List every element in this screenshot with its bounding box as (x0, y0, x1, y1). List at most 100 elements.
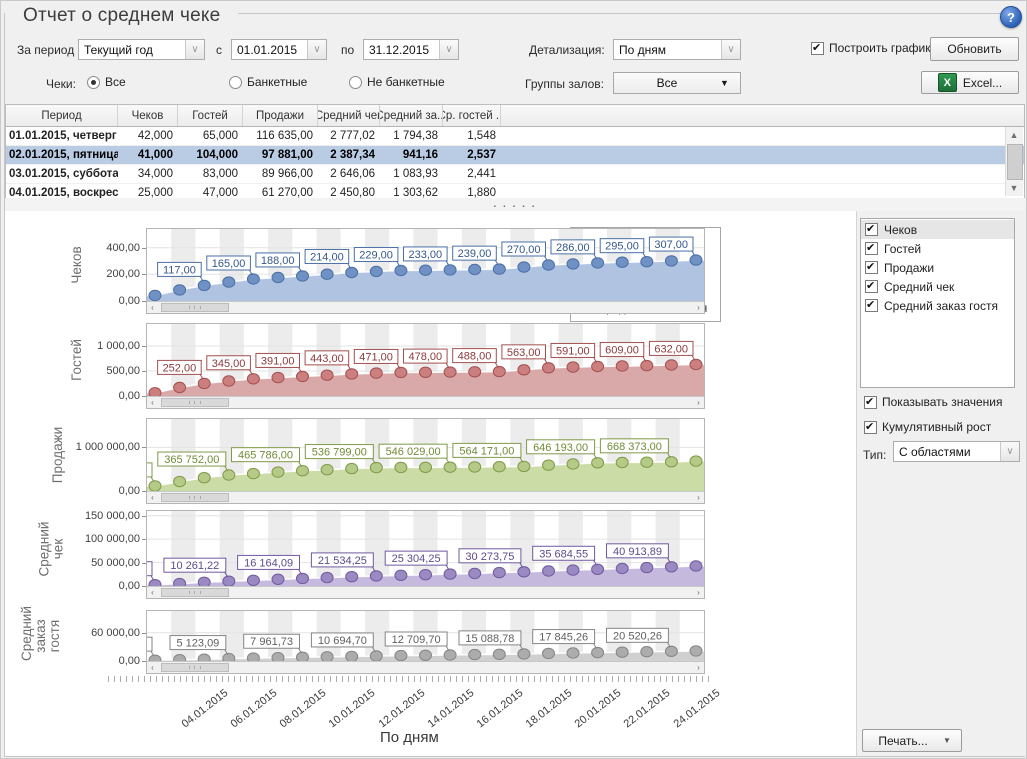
scrollbar-thumb[interactable] (161, 303, 229, 312)
scroll-right-icon[interactable]: › (693, 302, 704, 313)
dropdown-arrow-icon: ▼ (720, 78, 740, 88)
svg-text:546 029,00: 546 029,00 (386, 446, 441, 458)
scroll-left-icon[interactable]: ‹ (147, 302, 158, 313)
svg-text:17 845,26: 17 845,26 (539, 632, 588, 644)
scroll-right-icon[interactable]: › (693, 397, 704, 408)
y-tick-label: 50 000,00 (62, 557, 140, 569)
print-button-label: Печать... (863, 734, 943, 748)
detail-value: По дням (614, 43, 721, 57)
scroll-left-icon[interactable]: ‹ (147, 397, 158, 408)
report-window: Отчет о среднем чеке ? За период Текущий… (0, 0, 1027, 759)
svg-text:10 694,70: 10 694,70 (318, 635, 367, 647)
svg-text:478,00: 478,00 (408, 351, 442, 363)
scroll-up-icon[interactable]: ▲ (1006, 127, 1022, 143)
date-from-input[interactable]: 01.01.2015 ∨ (231, 39, 327, 60)
scroll-down-icon[interactable]: ▼ (1006, 180, 1022, 196)
splitter-handle[interactable]: . . . . . (5, 198, 1025, 212)
series-list-item[interactable]: Средний чек (861, 277, 1014, 296)
detail-select[interactable]: По дням ∨ (613, 39, 741, 60)
column-header-1[interactable]: Период (6, 105, 118, 126)
column-header-6[interactable]: Средний за... (380, 105, 443, 126)
checkbox-icon[interactable] (865, 261, 878, 274)
chevron-down-icon[interactable]: ∨ (307, 40, 326, 59)
column-header-4[interactable]: Продажи (243, 105, 318, 126)
checkbox-icon[interactable] (864, 421, 877, 434)
chart-horizontal-scrollbar[interactable]: ‹› (147, 396, 704, 408)
series-list-item[interactable]: Чеков (861, 220, 1014, 239)
chevron-down-icon[interactable]: ∨ (439, 40, 458, 59)
page-title: Отчет о среднем чеке (23, 5, 220, 27)
radio-icon[interactable] (87, 76, 100, 89)
radio-icon[interactable] (349, 76, 362, 89)
checkbox-icon[interactable] (865, 242, 878, 255)
series-list-item[interactable]: Продажи (861, 258, 1014, 277)
column-header-2[interactable]: Чеков (118, 105, 178, 126)
svg-text:286,00: 286,00 (556, 242, 590, 254)
help-icon[interactable]: ? (1000, 6, 1022, 28)
scroll-right-icon[interactable]: › (693, 492, 704, 503)
scroll-right-icon[interactable]: › (693, 662, 704, 673)
type-value: С областями (894, 445, 1000, 459)
dropdown-arrow-icon: ▼ (943, 736, 961, 745)
chart-horizontal-scrollbar[interactable]: ‹› (147, 301, 704, 313)
scroll-left-icon[interactable]: ‹ (147, 587, 158, 598)
excel-button[interactable]: X Excel... (921, 71, 1019, 94)
cell-value: 2 777,02 (318, 127, 380, 145)
period-select[interactable]: Текущий год ∨ (78, 39, 205, 60)
checkbox-icon[interactable] (864, 396, 877, 409)
groupbox-top-border (238, 13, 1014, 14)
radio-icon[interactable] (229, 76, 242, 89)
scroll-left-icon[interactable]: ‹ (147, 492, 158, 503)
scrollbar-thumb[interactable] (161, 493, 229, 502)
chevron-down-icon[interactable]: ∨ (721, 40, 740, 59)
checks-label: Чеки: (46, 77, 76, 91)
cell-value: 83,000 (178, 165, 243, 183)
cell-value: 104,000 (178, 146, 243, 164)
checks-radio-1[interactable]: Все (87, 75, 126, 89)
chevron-down-icon[interactable]: ∨ (1000, 442, 1019, 461)
cumulative-checkbox[interactable]: Кумулятивный рост (864, 420, 991, 434)
svg-text:16 164,09: 16 164,09 (244, 557, 293, 569)
scrollbar-thumb[interactable] (1007, 144, 1023, 180)
scrollbar-thumb[interactable] (161, 588, 229, 597)
chart-horizontal-scrollbar[interactable]: ‹› (147, 586, 704, 598)
svg-text:488,00: 488,00 (458, 351, 492, 363)
scrollbar-thumb[interactable] (161, 398, 229, 407)
print-button[interactable]: Печать... ▼ (862, 729, 962, 752)
table-vertical-scrollbar[interactable]: ▲ ▼ (1005, 127, 1023, 196)
checkbox-icon[interactable] (865, 299, 878, 312)
chevron-down-icon[interactable]: ∨ (185, 40, 204, 59)
type-label: Тип: (863, 448, 886, 462)
table-row[interactable]: 01.01.2015, четверг42,00065,000116 635,0… (6, 127, 1024, 146)
checkbox-icon[interactable] (865, 223, 878, 236)
table-row[interactable]: 02.01.2015, пятница41,000104,00097 881,0… (6, 146, 1024, 165)
checks-radio-2[interactable]: Банкетные (229, 75, 307, 89)
refresh-button[interactable]: Обновить (930, 37, 1019, 61)
cell-value: 97 881,00 (243, 146, 318, 164)
column-header-3[interactable]: Гостей (178, 105, 243, 126)
column-header-5[interactable]: Средний чек (318, 105, 380, 126)
column-header-7[interactable]: Ср. гостей ... (443, 105, 501, 126)
scroll-left-icon[interactable]: ‹ (147, 662, 158, 673)
area-chart-svg: 117,00165,00188,00214,00229,00233,00239,… (147, 229, 704, 301)
svg-text:465 786,00: 465 786,00 (238, 450, 293, 462)
show-values-checkbox[interactable]: Показывать значения (864, 395, 1003, 409)
series-list-item[interactable]: Гостей (861, 239, 1014, 258)
scrollbar-thumb[interactable] (161, 663, 229, 672)
checkbox-icon[interactable] (811, 42, 824, 55)
checkbox-icon[interactable] (865, 280, 878, 293)
table-row[interactable]: 03.01.2015, суббота34,00083,00089 966,00… (6, 165, 1024, 184)
svg-text:7 961,73: 7 961,73 (250, 636, 293, 648)
hall-groups-select[interactable]: Все ▼ (613, 72, 741, 94)
series-list: Чеков ГостейПродажиСредний чекСредний зак… (860, 218, 1015, 388)
build-chart-checkbox[interactable]: Построить график (811, 41, 930, 55)
chart-horizontal-scrollbar[interactable]: ‹› (147, 491, 704, 503)
type-select[interactable]: С областями ∨ (893, 441, 1020, 462)
scroll-right-icon[interactable]: › (693, 587, 704, 598)
series-list-item[interactable]: Средний заказ гостя (861, 296, 1014, 315)
date-to-input[interactable]: 31.12.2015 ∨ (363, 39, 459, 60)
svg-text:270,00: 270,00 (507, 244, 541, 256)
series-list-label: Чеков (884, 223, 917, 237)
checks-radio-3[interactable]: Не банкетные (349, 75, 445, 89)
chart-horizontal-scrollbar[interactable]: ‹› (147, 661, 704, 673)
